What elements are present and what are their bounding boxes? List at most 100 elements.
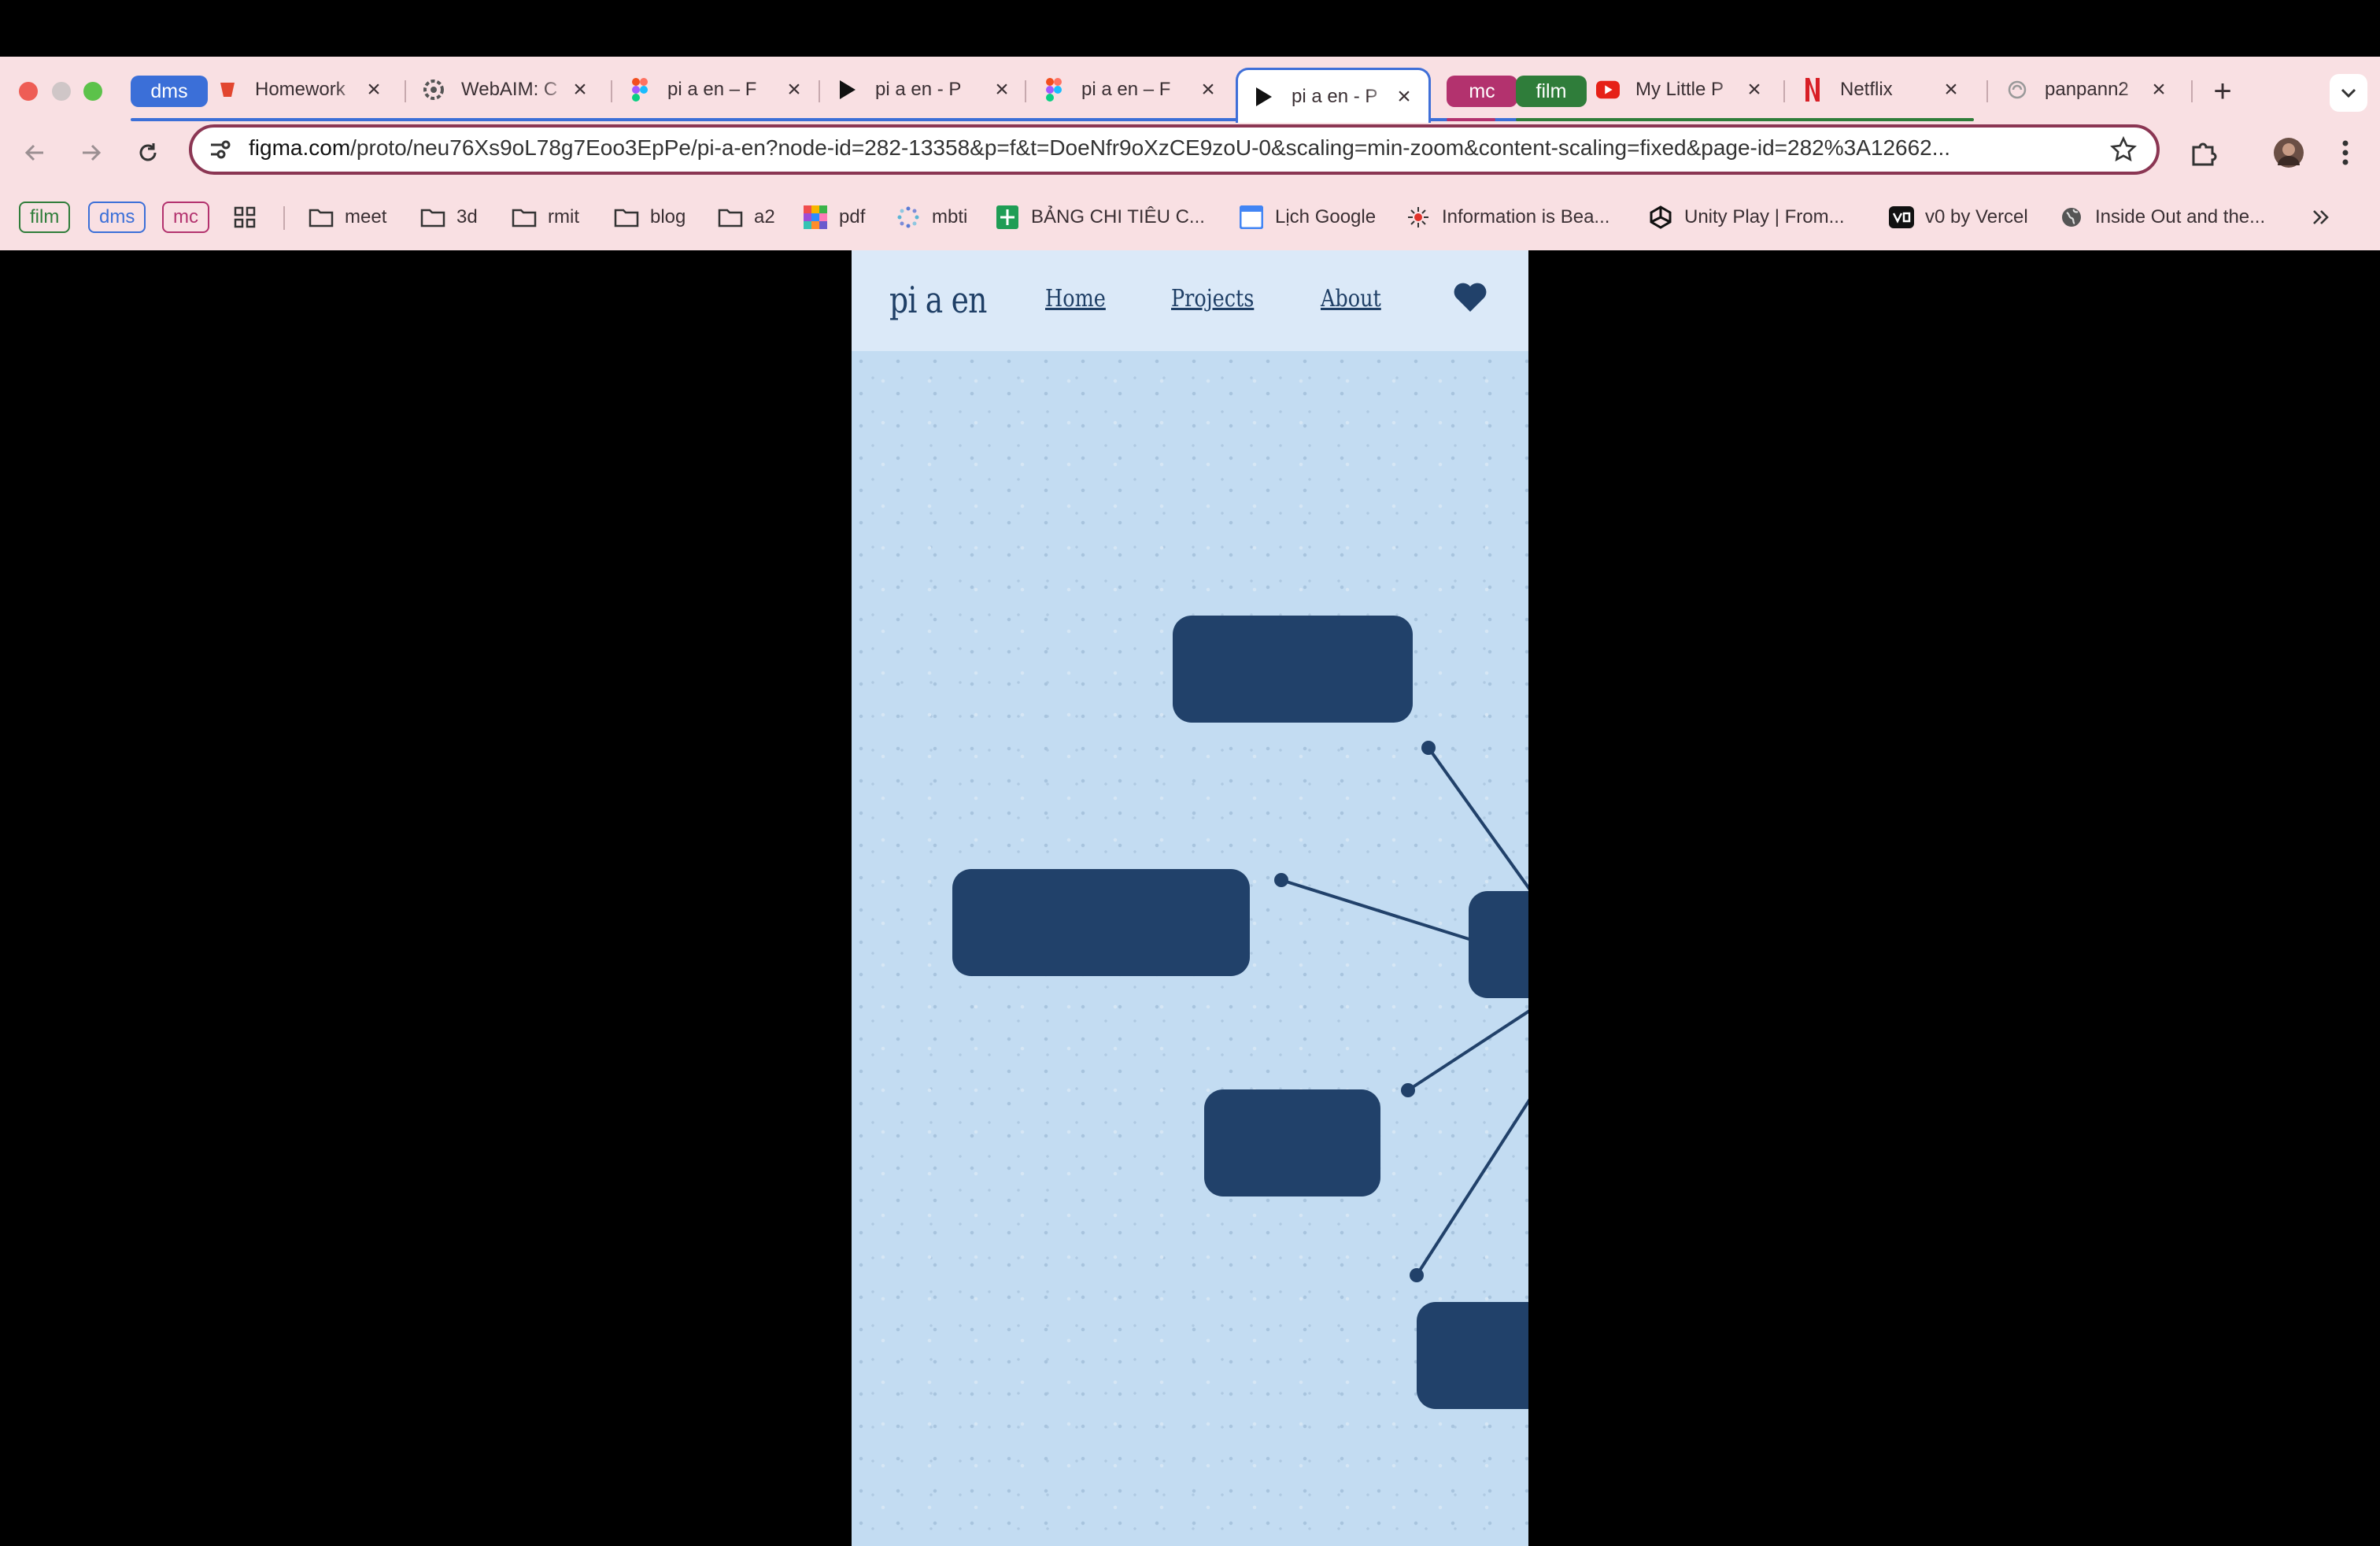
kebab-menu-icon (2342, 140, 2349, 165)
bookmark-3d[interactable]: 3d (420, 200, 478, 235)
nav-link-about[interactable]: About (1321, 285, 1381, 313)
bookmark-meet[interactable]: meet (309, 200, 386, 235)
tab-separator (1986, 80, 1988, 102)
minimize-window-button[interactable] (52, 82, 71, 101)
bookmark-label: mbti (932, 206, 968, 227)
close-tab-icon[interactable]: × (1196, 76, 1220, 102)
close-tab-icon[interactable]: × (990, 76, 1014, 102)
close-tab-icon[interactable]: × (2147, 76, 2171, 102)
bookmark-inside-out[interactable]: Inside Out and the... (2059, 200, 2265, 235)
bookmark-chip-dms[interactable]: dms (88, 202, 146, 233)
bookmark-star-icon[interactable] (2109, 135, 2138, 168)
profile-avatar[interactable] (2270, 134, 2308, 172)
heart-icon[interactable] (1451, 279, 1489, 316)
close-tab-icon[interactable]: × (1743, 76, 1766, 102)
site-navbar: pi a en Home Projects About (852, 250, 1528, 351)
bookmark-unity[interactable]: Unity Play | From... (1648, 200, 1845, 235)
bookmark-a2[interactable]: a2 (718, 200, 775, 235)
tab-youtube[interactable]: My Little P × (1582, 66, 1779, 113)
bookmark-label: Lịch Google (1275, 206, 1377, 227)
bookmark-chip-film[interactable]: film (19, 202, 71, 233)
bookmark-label: rmit (548, 206, 579, 227)
folder-icon (512, 205, 537, 230)
site-settings-icon[interactable] (208, 137, 233, 166)
bookmark-information[interactable]: Information is Bea... (1406, 200, 1609, 235)
bookmark-chip-mc[interactable]: mc (162, 202, 209, 233)
nav-link-projects[interactable]: Projects (1171, 285, 1254, 313)
bookmark-pdf[interactable]: pdf (803, 200, 865, 235)
mind-map-node-center[interactable] (1469, 891, 1528, 998)
tab-figma-2[interactable]: pi a en – F × (1028, 66, 1232, 113)
bookmark-v0[interactable]: v0 by Vercel (1889, 200, 2028, 235)
play-icon (1252, 85, 1276, 109)
close-tab-icon[interactable]: × (1392, 83, 1416, 109)
folder-icon (309, 205, 334, 230)
mind-map-node-lower[interactable] (1204, 1089, 1380, 1196)
tab-figma-1[interactable]: pi a en – F × (614, 66, 819, 113)
close-tab-icon[interactable]: × (362, 76, 386, 102)
webaim-icon (422, 78, 445, 102)
tab-group-dms[interactable]: dms (131, 76, 208, 107)
mind-map-node-top[interactable] (1173, 616, 1413, 723)
connector-line (1427, 746, 1528, 891)
mind-map-node-left[interactable] (952, 869, 1250, 976)
new-tab-button[interactable]: + (2205, 74, 2240, 109)
tab-group-film[interactable]: film (1516, 76, 1587, 107)
tab-panpann[interactable]: panpann2 × (1991, 66, 2183, 113)
close-tab-icon[interactable]: × (568, 76, 592, 102)
nav-link-home[interactable]: Home (1045, 285, 1106, 313)
back-button[interactable] (16, 134, 54, 172)
folder-icon (718, 205, 743, 230)
more-bookmarks-button[interactable] (2311, 200, 2331, 235)
tab-label: Homework (255, 79, 346, 100)
maximize-window-button[interactable] (83, 82, 102, 101)
reload-button[interactable] (129, 134, 167, 172)
url-path: /proto/neu76Xs9oL78g7Eoo3EpPe/pi-a-en?no… (350, 135, 1951, 160)
browser-chrome: dms Homework × WebAIM: C × pi a en – F ×… (0, 57, 2380, 250)
bookmark-calendar[interactable]: Lịch Google (1239, 200, 1376, 235)
sheets-icon (995, 205, 1020, 230)
url-host: figma.com (249, 135, 351, 160)
bookmark-blog[interactable]: blog (614, 200, 686, 235)
tab-prototype-active[interactable]: pi a en - P × (1236, 68, 1431, 123)
tab-separator (1783, 80, 1785, 102)
connector-node-dot (1421, 741, 1436, 755)
mind-map-node-bottom[interactable] (1417, 1302, 1528, 1409)
connector-node-dot (1410, 1268, 1424, 1282)
prototype-frame[interactable]: pi a en Home Projects About (852, 250, 1528, 1546)
tab-group-mc[interactable]: mc (1447, 76, 1517, 107)
tab-label: pi a en - P (1292, 85, 1378, 107)
close-tab-icon[interactable]: × (782, 76, 806, 102)
bookmark-rmit[interactable]: rmit (512, 200, 579, 235)
bookmark-label: a2 (754, 206, 775, 227)
close-window-button[interactable] (19, 82, 38, 101)
tab-webaim[interactable]: WebAIM: C × (408, 66, 604, 113)
tab-search-button[interactable] (2330, 74, 2367, 112)
tab-homework[interactable]: Homework × (201, 66, 398, 113)
address-bar[interactable]: figma.com/proto/neu76Xs9oL78g7Eoo3EpPe/p… (189, 124, 2160, 175)
bookmark-sheets[interactable]: BẢNG CHI TIÊU C... (995, 200, 1205, 235)
extensions-button[interactable] (2185, 134, 2223, 172)
chevron-down-icon (2341, 88, 2356, 98)
bookmark-label: meet (345, 206, 387, 227)
tab-separator (405, 80, 406, 102)
tab-strip: dms Homework × WebAIM: C × pi a en – F ×… (0, 57, 2380, 123)
figma-icon (628, 78, 652, 102)
tab-netflix[interactable]: Netflix × (1787, 66, 1975, 113)
play-icon (836, 78, 859, 102)
tab-separator (2191, 80, 2193, 102)
apps-grid-button[interactable] (233, 200, 257, 235)
close-tab-icon[interactable]: × (1939, 76, 1963, 102)
menu-button[interactable] (2326, 134, 2364, 172)
bookmarks-divider (283, 206, 285, 230)
bookmark-label: Inside Out and the... (2095, 206, 2266, 227)
back-arrow-icon (24, 144, 43, 161)
connector-node-dot (1274, 873, 1288, 887)
url-text[interactable]: figma.com/proto/neu76Xs9oL78g7Eoo3EpPe/p… (249, 135, 1950, 161)
site-logo[interactable]: pi a en (889, 279, 987, 321)
tab-prototype-1[interactable]: pi a en - P × (822, 66, 1026, 113)
tab-separator (1025, 80, 1026, 102)
tab-label: panpann2 (2045, 79, 2129, 100)
bookmark-mbti[interactable]: mbti (896, 200, 967, 235)
forward-button[interactable] (72, 134, 110, 172)
